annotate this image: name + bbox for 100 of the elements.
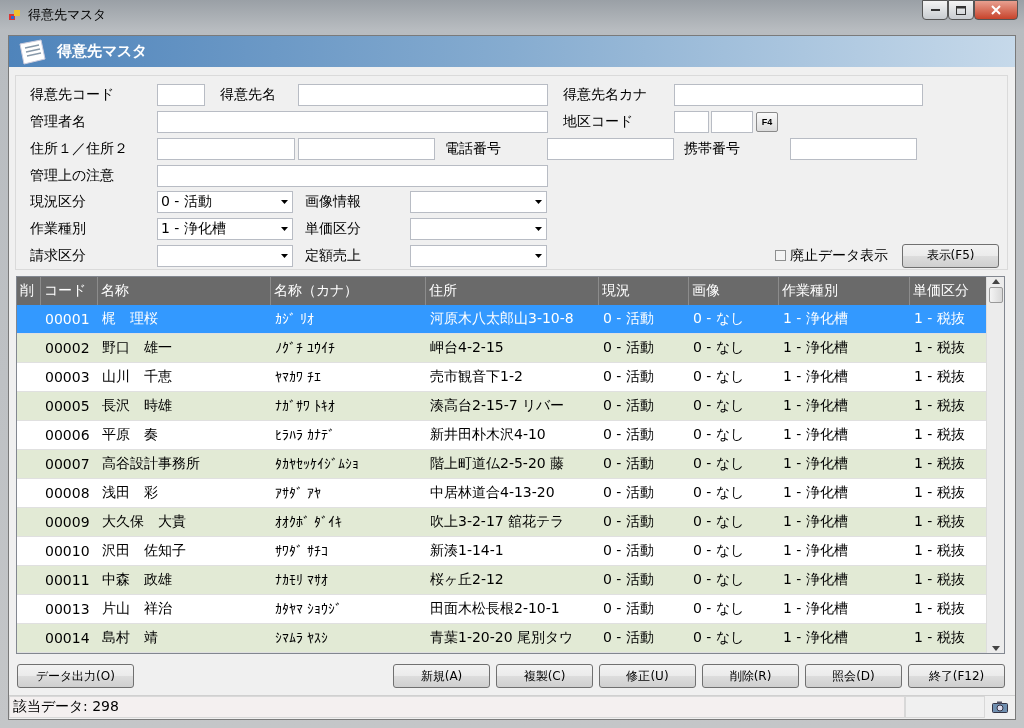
table-cell-text: 00002 (44, 339, 91, 358)
field-label: 請求区分 (30, 246, 87, 265)
table-cell-text: 00006 (44, 426, 91, 445)
table-cell-text: 島村 靖 (101, 628, 159, 647)
input-field[interactable] (157, 111, 548, 134)
caret-icon (535, 226, 542, 231)
table-cell-text: 0 - 活動 (602, 309, 655, 328)
table-cell-text: 階上町道仏2-5-20 藤 (429, 454, 566, 473)
table-row[interactable]: 00011 中森 政雄 ﾅｶﾓﾘ ﾏｻｵ 桜ヶ丘2-12 0 - 活動 0 - なし 1 - 浄化槽 1 - 税抜 (17, 566, 986, 595)
maximize-button[interactable] (948, 0, 974, 20)
dropdown[interactable] (410, 191, 547, 214)
show-button[interactable]: 表示(F5) (902, 243, 999, 268)
table-cell-text: 1 - 税抜 (913, 541, 966, 560)
document-icon (17, 38, 47, 65)
table-cell-text: 1 - 浄化槽 (782, 512, 849, 531)
field-label: 得意先名 (220, 86, 277, 105)
field-label: 単価区分 (305, 219, 362, 238)
table-cell-text: ﾉｸﾞﾁ ﾕｳｲﾁ (274, 339, 337, 358)
table-cell-text: 0 - 活動 (602, 541, 655, 560)
table-row[interactable]: 00009 大久保 大貴 ｵｵｸﾎﾞ ﾀﾞｲｷ 吹上3-2-17 舘花テラ 0 - 活動 0 - なし 1 - 浄化槽 1 - 税抜 (17, 508, 986, 537)
action-button[interactable]: 終了(F12) (908, 664, 1005, 688)
window-title: 得意先マスタ (28, 6, 106, 24)
scroll-thumb[interactable] (988, 287, 1003, 303)
table-cell-text: 1 - 浄化槽 (782, 541, 849, 560)
table-cell-text: 新湊1-14-1 (429, 541, 505, 560)
action-button[interactable]: 新規(A) (393, 664, 490, 688)
input-field[interactable] (298, 84, 548, 107)
table-cell-text: 0 - なし (692, 541, 745, 560)
caret-icon (535, 200, 542, 205)
table-cell-text: 沢田 佐知子 (101, 541, 187, 560)
table-cell-text: 1 - 税抜 (913, 396, 966, 415)
checkbox-box[interactable] (775, 250, 786, 262)
table-cell-text: 0 - 活動 (602, 338, 655, 357)
table-cell-text: 1 - 浄化槽 (782, 570, 849, 589)
table-cell-text: 1 - 税抜 (913, 512, 966, 531)
table-cell-text: 0 - 活動 (602, 483, 655, 502)
table-cell-text: ｻﾜﾀﾞ ｻﾁｺ (274, 542, 330, 561)
field-label: 定額売上 (305, 246, 362, 265)
export-button[interactable]: データ出力(O) (17, 664, 134, 688)
input-field[interactable] (711, 111, 753, 134)
table-cell-text: 0 - 活動 (602, 454, 655, 473)
input-field[interactable] (157, 164, 548, 187)
minimize-icon (930, 8, 940, 12)
minimize-button[interactable] (922, 0, 948, 20)
table-row[interactable]: 00002 野口 雄一 ﾉｸﾞﾁ ﾕｳｲﾁ 岬台4-2-15 0 - 活動 0 - なし 1 - 浄化槽 1 - 税抜 (17, 334, 986, 363)
dropdown[interactable] (410, 217, 547, 240)
action-button[interactable]: 修正(U) (599, 664, 696, 688)
caret-icon (281, 226, 288, 231)
table-cell-text: 0 - なし (692, 570, 745, 589)
action-button[interactable]: 照会(D) (805, 664, 902, 688)
table-cell-text: 野口 雄一 (101, 338, 173, 357)
dropdown[interactable] (410, 244, 547, 267)
table-cell-text: 0 - 活動 (602, 628, 655, 647)
table-cell-text: ｱｻﾀﾞ ｱﾔ (274, 484, 323, 503)
table-cell-text: 1 - 税抜 (913, 454, 966, 473)
table-cell-text: 大久保 大貴 (101, 512, 187, 531)
table-cell-text: 1 - 浄化槽 (782, 628, 849, 647)
table-cell-text: 新井田朴木沢4-10 (429, 425, 547, 444)
input-field[interactable] (298, 137, 435, 160)
table-cell-text: 1 - 浄化槽 (782, 367, 849, 386)
input-field[interactable] (674, 111, 709, 134)
camera-icon (992, 701, 1008, 713)
table-cell-text: 00011 (44, 571, 91, 590)
table-cell-text: 0 - なし (692, 483, 745, 502)
down-arrow-icon[interactable] (991, 646, 1000, 651)
table-cell-text: 1 - 税抜 (913, 570, 966, 589)
table-cell-text: 河原木八太郎山3-10-8 (429, 309, 575, 328)
table-cell-text: 中森 政雄 (101, 570, 173, 589)
input-field[interactable] (674, 84, 923, 107)
table-row[interactable]: 00005 長沢 時雄 ﾅｶﾞｻﾜ ﾄｷｵ 湊高台2-15-7 リバー 0 - 活動 0 - なし 1 - 浄化槽 1 - 税抜 (17, 392, 986, 421)
input-field[interactable] (157, 84, 205, 107)
input-field[interactable] (790, 137, 917, 160)
table-cell-text: 1 - 浄化槽 (782, 309, 849, 328)
table-cell-text: 1 - 浄化槽 (782, 396, 849, 415)
lookup-button[interactable]: F4 (756, 112, 778, 133)
table-cell-text: 1 - 浄化槽 (782, 454, 849, 473)
table-cell-text: 00005 (44, 397, 91, 416)
banner-title: 得意先マスタ (57, 42, 147, 61)
table-row[interactable]: 00007 高谷設計事務所 ﾀｶﾔｾｯｹｲｼﾞﾑｼｮ 階上町道仏2-5-20 藤 0 - 活動 0 - なし 1 - 浄化槽 1 - 税抜 (17, 450, 986, 479)
table-cell-text: ｶｼﾞ ﾘｵ (274, 310, 316, 329)
action-button[interactable]: 削除(R) (702, 664, 799, 688)
field-label: 作業種別 (30, 219, 87, 238)
table-cell-text: 中居林道合4-13-20 (429, 483, 556, 502)
scrollbar[interactable] (986, 277, 1004, 653)
table-row[interactable]: 00014 島村 靖 ｼﾏﾑﾗ ﾔｽｼ 青葉1-20-20 尾別タウ 0 - 活動 0 - なし 1 - 浄化槽 1 - 税抜 (17, 624, 986, 653)
table-cell-text: 桜ヶ丘2-12 (429, 570, 505, 589)
dropdown[interactable]: 0 - 活動 (157, 191, 293, 214)
up-arrow-icon[interactable] (991, 279, 1000, 284)
table-cell-text: 高谷設計事務所 (101, 454, 201, 473)
input-field[interactable] (547, 137, 674, 160)
table-cell-text: 片山 祥治 (101, 599, 173, 618)
dropdown[interactable]: 1 - 浄化槽 (157, 217, 293, 240)
table-cell-text: ﾋﾗﾊﾗ ｶﾅﾃﾞ (274, 426, 337, 445)
table-cell-text: ﾔﾏｶﾜ ﾁｴ (274, 368, 323, 387)
input-field[interactable] (157, 137, 295, 160)
dropdown[interactable] (157, 244, 293, 267)
action-button[interactable]: 複製(C) (496, 664, 593, 688)
close-button[interactable] (974, 0, 1018, 20)
table-cell-text: 0 - なし (692, 599, 745, 618)
table-cell-text: 浅田 彩 (101, 483, 159, 502)
